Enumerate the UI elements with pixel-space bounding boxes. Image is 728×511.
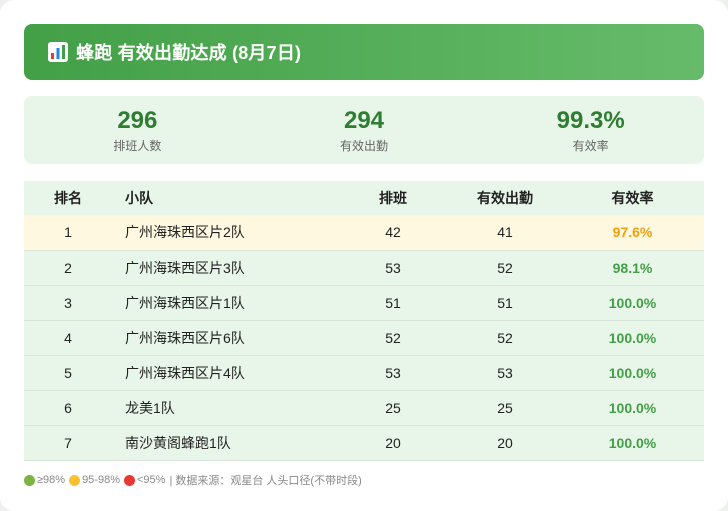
bar-chart-icon [48, 42, 68, 62]
table-row: 3 广州海珠西区片1队 51 51 100.0% [24, 285, 704, 320]
valid-cell: 51 [497, 294, 513, 311]
stat-label: 有效率 [572, 138, 609, 153]
rank-cell: 3 [64, 294, 72, 311]
table-row: 4 广州海珠西区片6队 52 52 100.0% [24, 320, 704, 355]
valid-cell: 25 [497, 399, 513, 416]
team-cell: 龙美1队 [125, 399, 175, 416]
rate-cell: 98.1% [612, 259, 653, 276]
scheduled-cell: 53 [385, 259, 401, 276]
valid-cell: 52 [497, 259, 513, 276]
rate-cell: 100.0% [608, 399, 657, 416]
yellow-dot-icon [69, 474, 81, 486]
stat-label: 有效出勤 [340, 138, 389, 153]
team-cell: 广州海珠西区片3队 [125, 259, 245, 276]
team-cell: 广州海珠西区片2队 [125, 224, 245, 241]
valid-cell: 20 [497, 434, 513, 451]
column-header-rate: 有效率 [611, 190, 654, 206]
valid-cell: 53 [497, 364, 513, 381]
legend-red: <95% [123, 474, 166, 486]
column-header-team: 小队 [125, 190, 153, 206]
page-title: 蜂跑 有效出勤达成 (8月7日) [76, 43, 302, 63]
footer-legend: ≥98% 95-98% <95% | 数据来源：观星台 人头口径(不带时段) [24, 472, 362, 488]
rank-cell: 6 [64, 399, 72, 416]
table-header-row: 排名 小队 排班 有效出勤 有效率 [24, 181, 704, 215]
scheduled-cell: 51 [385, 294, 401, 311]
rate-cell: 100.0% [608, 329, 657, 346]
team-cell: 广州海珠西区片1队 [125, 294, 245, 311]
column-header-rank: 排名 [54, 190, 82, 206]
green-dot-icon [24, 474, 35, 486]
column-header-valid: 有效出勤 [477, 190, 533, 206]
column-header-scheduled: 排班 [379, 190, 407, 206]
stat-valid-attendance: 294 有效出勤 [251, 96, 478, 164]
rate-cell: 100.0% [608, 434, 657, 451]
table-row: 7 南沙黄阁蜂跑1队 20 20 100.0% [24, 425, 704, 460]
scheduled-cell: 52 [385, 329, 401, 346]
scheduled-cell: 25 [385, 399, 401, 416]
legend-yellow: 95-98% [69, 474, 120, 486]
legend-green-label: ≥98% [37, 474, 66, 486]
rate-cell: 100.0% [608, 364, 657, 381]
team-cell: 广州海珠西区片4队 [125, 364, 245, 381]
stat-value: 294 [343, 106, 385, 134]
scheduled-cell: 20 [385, 434, 401, 451]
scheduled-cell: 42 [385, 224, 401, 241]
red-dot-icon [123, 474, 135, 486]
valid-cell: 52 [497, 329, 513, 346]
valid-cell: 41 [497, 224, 513, 241]
rank-cell: 2 [64, 259, 72, 276]
rank-cell: 1 [64, 224, 72, 241]
rank-cell: 4 [64, 329, 72, 346]
scheduled-cell: 53 [385, 364, 401, 381]
data-source-note: | 数据来源：观星台 人头口径(不带时段) [169, 475, 362, 487]
team-cell: 南沙黄阁蜂跑1队 [125, 434, 231, 451]
stat-valid-rate: 99.3% 有效率 [477, 96, 704, 164]
table-row: 2 广州海珠西区片3队 53 52 98.1% [24, 250, 704, 285]
rank-cell: 7 [64, 434, 72, 451]
summary-panel: 296 排班人数 294 有效出勤 99.3% 有效率 [24, 96, 704, 164]
table-row: 5 广州海珠西区片4队 53 53 100.0% [24, 355, 704, 390]
stat-value: 99.3% [556, 106, 625, 134]
report-header: 蜂跑 有效出勤达成 (8月7日) [24, 24, 704, 80]
ranking-table: 排名 小队 排班 有效出勤 有效率 1 广州海珠西区片2队 42 41 97.6… [24, 181, 704, 461]
rank-cell: 5 [64, 364, 72, 381]
stat-value: 296 [117, 106, 158, 134]
rate-cell: 100.0% [608, 294, 657, 311]
legend-yellow-label: 95-98% [82, 474, 120, 486]
report-card: 蜂跑 有效出勤达成 (8月7日) 296 排班人数 294 有效出勤 99.3%… [0, 0, 728, 511]
rate-cell: 97.6% [612, 224, 653, 241]
stat-label: 排班人数 [113, 138, 162, 153]
legend-red-label: <95% [136, 474, 166, 486]
table-row: 1 广州海珠西区片2队 42 41 97.6% [24, 215, 704, 250]
stat-scheduled: 296 排班人数 [24, 96, 251, 164]
team-cell: 广州海珠西区片6队 [125, 329, 245, 346]
legend-green: ≥98% [24, 474, 65, 486]
table-row: 6 龙美1队 25 25 100.0% [24, 390, 704, 425]
